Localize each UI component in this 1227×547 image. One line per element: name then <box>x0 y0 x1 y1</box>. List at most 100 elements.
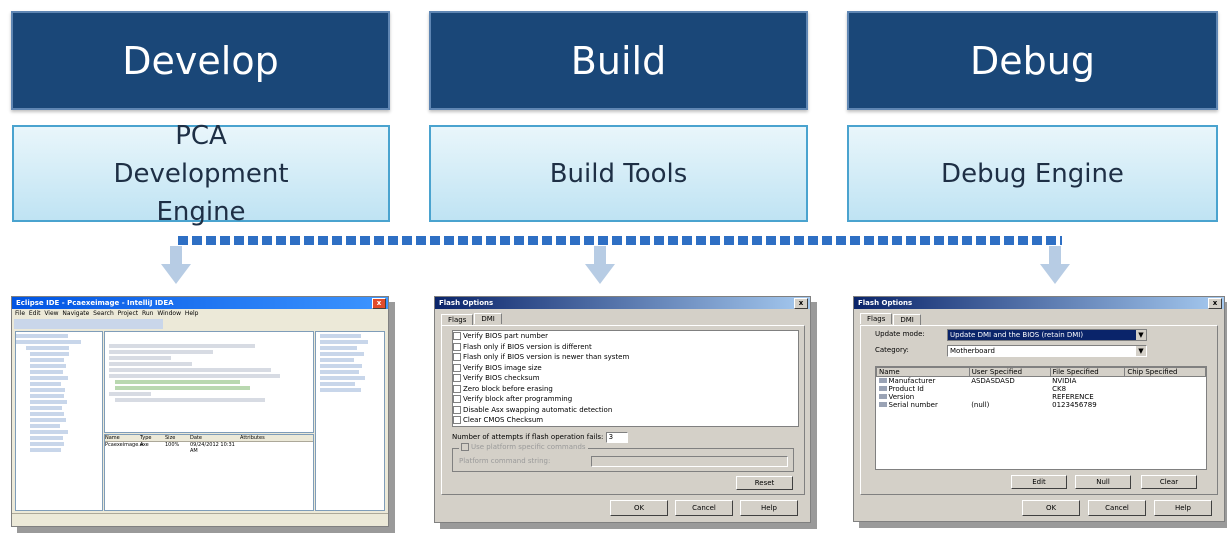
checkbox-icon[interactable] <box>461 443 469 451</box>
table-cell <box>1125 393 1206 401</box>
dmi-dialog: Flash Options x Flags DMI Update mode: Up… <box>853 296 1225 522</box>
row-icon <box>878 402 887 407</box>
phase-title: Develop <box>122 38 279 83</box>
menu-item[interactable]: Project <box>118 310 139 317</box>
option-row[interactable]: Clear CMOS Checksum <box>453 415 798 426</box>
checkbox-icon[interactable] <box>453 342 461 351</box>
table-cell <box>240 442 280 454</box>
table-row[interactable]: Serial number (null) 0123456789 <box>877 401 1206 409</box>
table-cell: Version <box>888 393 915 401</box>
platform-group: Use platform specific commands Platform … <box>452 443 794 472</box>
null-button[interactable]: Null <box>1075 475 1131 489</box>
checkbox-icon[interactable] <box>453 416 461 424</box>
update-mode-label: Update mode: <box>875 330 925 338</box>
checkbox-icon[interactable] <box>453 332 461 340</box>
options-list: Verify BIOS part number Flash only if BI… <box>452 330 799 427</box>
menu-item[interactable]: File <box>15 310 25 317</box>
down-arrow-icon <box>161 246 191 284</box>
checkbox-icon[interactable] <box>453 353 461 361</box>
tab-flags[interactable]: Flags <box>860 313 893 324</box>
ide-menubar: File Edit View Navigate Search Project R… <box>12 309 388 318</box>
column-header[interactable]: File Specified <box>1049 367 1126 377</box>
table-row[interactable]: Version REFERENCE <box>877 393 1206 401</box>
platform-input[interactable] <box>591 456 788 467</box>
tab-flags[interactable]: Flags <box>441 314 474 325</box>
table-cell: NVIDIA <box>1052 377 1077 385</box>
tool-label: Build Tools <box>549 158 688 189</box>
menu-item[interactable]: Help <box>185 310 199 317</box>
option-row[interactable]: Verify BIOS part number <box>453 331 798 342</box>
option-label: Verify BIOS checksum <box>463 374 540 382</box>
option-row[interactable]: Flash only if BIOS version is newer than… <box>453 352 798 363</box>
phase-box-build: Build <box>429 11 808 110</box>
checkbox-icon[interactable] <box>453 374 461 382</box>
menu-item[interactable]: Navigate <box>62 310 89 317</box>
close-icon[interactable]: x <box>1208 298 1222 309</box>
table-row[interactable]: Manufacturer ASDASDASD NVIDIA <box>877 377 1206 385</box>
table-row[interactable]: Pcaexeimage.exe A 100% 09/24/2012 10:31 … <box>105 442 313 454</box>
menu-item[interactable]: Run <box>142 310 154 317</box>
table-cell: 0123456789 <box>1052 401 1097 409</box>
reset-button[interactable]: Reset <box>736 476 793 490</box>
close-icon[interactable]: x <box>794 298 808 309</box>
column-header[interactable]: Name <box>876 367 970 377</box>
ide-file-table[interactable]: Name Type Size Date Attributes Pcaexeima… <box>104 434 314 511</box>
close-icon[interactable]: x <box>372 298 386 309</box>
help-button[interactable]: Help <box>740 500 798 516</box>
down-arrow-icon <box>585 246 615 284</box>
update-mode-value: Update DMI and the BIOS (retain DMI) <box>950 331 1084 339</box>
ide-statusbar <box>12 513 388 526</box>
option-row[interactable]: Verify block after programming <box>453 394 798 405</box>
ok-button[interactable]: OK <box>610 500 668 516</box>
ide-screenshot: Eclipse IDE - Pcaexeimage - IntelliJ IDE… <box>11 296 389 527</box>
table-header: Date <box>190 435 202 441</box>
update-mode-select[interactable]: Update DMI and the BIOS (retain DMI) ▼ <box>947 329 1147 341</box>
phase-title: Debug <box>970 38 1095 83</box>
ide-code-editor[interactable] <box>104 331 314 433</box>
column-header[interactable]: Chip Specified <box>1124 367 1206 377</box>
cancel-button[interactable]: Cancel <box>1088 500 1146 516</box>
table-cell: (null) <box>971 401 990 409</box>
attempts-label: Number of attempts if flash operation fa… <box>452 433 604 441</box>
ide-project-tree[interactable] <box>15 331 103 511</box>
edit-button[interactable]: Edit <box>1011 475 1067 489</box>
dmi-table-box[interactable]: Name User Specified File Specified Chip … <box>875 366 1207 470</box>
attempts-input[interactable]: 3 <box>605 432 628 443</box>
row-icon <box>878 394 887 399</box>
option-row[interactable]: Verify BIOS checksum <box>453 373 798 384</box>
checkbox-icon[interactable] <box>453 384 461 393</box>
column-header[interactable]: User Specified <box>968 367 1051 377</box>
category-select[interactable]: Motherboard ▼ <box>947 345 1147 357</box>
checkbox-icon[interactable] <box>453 405 461 414</box>
ok-button[interactable]: OK <box>1022 500 1080 516</box>
dmi-table: Name User Specified File Specified Chip … <box>876 367 1206 409</box>
row-icon <box>878 386 887 391</box>
menu-item[interactable]: View <box>44 310 58 317</box>
table-cell: 100% <box>165 442 180 448</box>
tab-dmi[interactable]: DMI <box>474 313 502 324</box>
option-row[interactable]: Zero block before erasing <box>453 384 798 395</box>
tool-label: PCA Development Engine <box>113 120 289 227</box>
tab-dmi[interactable]: DMI <box>893 314 921 325</box>
option-row[interactable]: Disable Asx swapping automatic detection <box>453 405 798 416</box>
tool-box-build: Build Tools <box>429 125 808 222</box>
checkbox-icon[interactable] <box>453 395 461 403</box>
checkbox-icon[interactable] <box>453 363 461 372</box>
clear-button[interactable]: Clear <box>1141 475 1197 489</box>
menu-item[interactable]: Window <box>157 310 181 317</box>
ide-outline-pane[interactable] <box>315 331 385 511</box>
menu-item[interactable]: Search <box>93 310 114 317</box>
table-row[interactable]: Product Id CK8 <box>877 385 1206 393</box>
option-row[interactable]: Verify BIOS image size <box>453 363 798 374</box>
dropdown-arrow-icon[interactable]: ▼ <box>1136 346 1146 356</box>
option-label: Verify BIOS image size <box>463 363 542 372</box>
dialog-title: Flash Options <box>858 299 913 307</box>
table-cell <box>969 393 1050 401</box>
menu-item[interactable]: Edit <box>29 310 41 317</box>
option-label: Verify block after programming <box>463 395 573 403</box>
dialog-titlebar: Flash Options x <box>435 297 810 309</box>
help-button[interactable]: Help <box>1154 500 1212 516</box>
dropdown-arrow-icon[interactable]: ▼ <box>1136 330 1146 340</box>
option-row[interactable]: Flash only if BIOS version is different <box>453 342 798 353</box>
cancel-button[interactable]: Cancel <box>675 500 733 516</box>
